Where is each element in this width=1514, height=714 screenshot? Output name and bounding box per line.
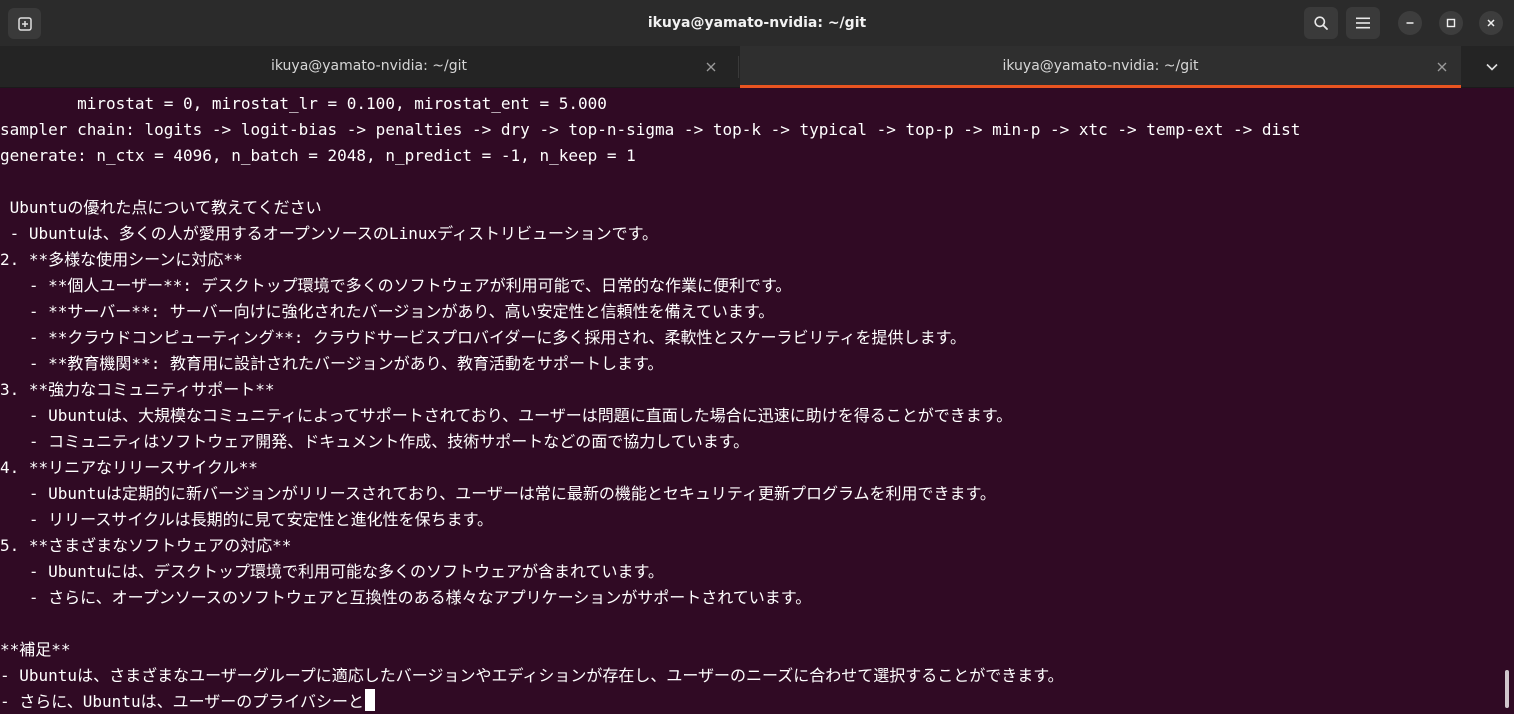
minimize-button[interactable] [1398, 11, 1422, 35]
tab-2-active[interactable]: ikuya@yamato-nvidia: ~/git [740, 46, 1461, 88]
terminal-line: mirostat = 0, mirostat_lr = 0.100, miros… [0, 94, 607, 113]
maximize-button[interactable] [1439, 11, 1463, 35]
terminal-line: - Ubuntuは、さまざまなユーザーグループに適応したバージョンやエディション… [0, 666, 1064, 685]
close-icon [1487, 19, 1495, 27]
terminal-line: 4. **リニアなリリースサイクル** [0, 458, 258, 477]
search-icon [1314, 16, 1328, 30]
terminal-line: - Ubuntuには、デスクトップ環境で利用可能な多くのソフトウェアが含まれてい… [0, 562, 664, 581]
terminal-line: 2. **多様な使用シーンに対応** [0, 250, 243, 269]
tab-label: ikuya@yamato-nvidia: ~/git [270, 58, 468, 74]
terminal-prompt-line: - さらに、Ubuntuは、ユーザーのプライバシーと [0, 689, 375, 714]
tab-close-button[interactable] [1434, 59, 1450, 75]
menu-button[interactable] [1346, 7, 1380, 39]
new-tab-button[interactable] [8, 8, 41, 39]
tab-bar: ikuya@yamato-nvidia: ~/git ikuya@yamato-… [0, 46, 1514, 88]
terminal-line: - **個人ユーザー**: デスクトップ環境で多くのソフトウェアが利用可能で、日… [0, 276, 792, 295]
terminal-line: - さらに、オープンソースのソフトウェアと互換性のある様々なアプリケーションがサ… [0, 588, 812, 607]
tab-1[interactable]: ikuya@yamato-nvidia: ~/git [0, 46, 738, 88]
terminal-line: - リリースサイクルは長期的に見て安定性と進化性を保ちます。 [0, 510, 493, 529]
terminal-line: - Ubuntuは、大規模なコミュニティによってサポートされており、ユーザーは問… [0, 406, 1013, 425]
tab-close-button[interactable] [703, 59, 719, 75]
terminal-window: ikuya@yamato-nvidia: ~/git ikuya@yamato-… [0, 0, 1514, 714]
terminal-line: sampler chain: logits -> logit-bias -> p… [0, 120, 1301, 139]
hamburger-menu-icon [1356, 17, 1370, 29]
scrollbar-track[interactable] [1500, 88, 1514, 714]
terminal-line: generate: n_ctx = 4096, n_batch = 2048, … [0, 146, 636, 165]
maximize-icon [1446, 18, 1456, 28]
terminal-line: 3. **強力なコミュニティサポート** [0, 380, 275, 399]
terminal-line: **補足** [0, 640, 71, 659]
tab-divider [738, 56, 739, 78]
terminal-line: Ubuntuの優れた点について教えてください [0, 198, 322, 217]
terminal-line-text: - さらに、Ubuntuは、ユーザーのプライバシーと [0, 692, 364, 711]
tab-list-dropdown[interactable] [1480, 58, 1504, 76]
minimize-icon [1406, 22, 1414, 24]
chevron-down-icon [1486, 63, 1498, 71]
scrollbar-thumb[interactable] [1505, 670, 1509, 708]
terminal-line: - **サーバー**: サーバー向けに強化されたバージョンがあり、高い安定性と信… [0, 302, 775, 321]
new-tab-icon [17, 16, 32, 31]
terminal-line: - **教育機関**: 教育用に設計されたバージョンがあり、教育活動をサポートし… [0, 354, 664, 373]
terminal-line: - Ubuntuは、多くの人が愛用するオープンソースのLinuxディストリビュー… [0, 224, 659, 243]
tab-label: ikuya@yamato-nvidia: ~/git [1002, 58, 1199, 74]
close-icon [1437, 62, 1447, 72]
terminal-line: - Ubuntuは定期的に新バージョンがリリースされており、ユーザーは常に最新の… [0, 484, 996, 503]
terminal-line: - コミュニティはソフトウェア開発、ドキュメント作成、技術サポートなどの面で協力… [0, 432, 750, 451]
close-icon [706, 62, 716, 72]
window-title: ikuya@yamato-nvidia: ~/git [647, 15, 867, 31]
close-button[interactable] [1479, 11, 1503, 35]
terminal-line: - **クラウドコンピューティング**: クラウドサービスプロバイダーに多く採用… [0, 328, 966, 347]
terminal-output[interactable]: mirostat = 0, mirostat_lr = 0.100, miros… [0, 88, 1500, 714]
search-button[interactable] [1304, 7, 1338, 39]
title-bar[interactable]: ikuya@yamato-nvidia: ~/git [0, 0, 1514, 46]
terminal-line: 5. **さまざまなソフトウェアの対応** [0, 536, 292, 555]
text-cursor [364, 689, 375, 711]
